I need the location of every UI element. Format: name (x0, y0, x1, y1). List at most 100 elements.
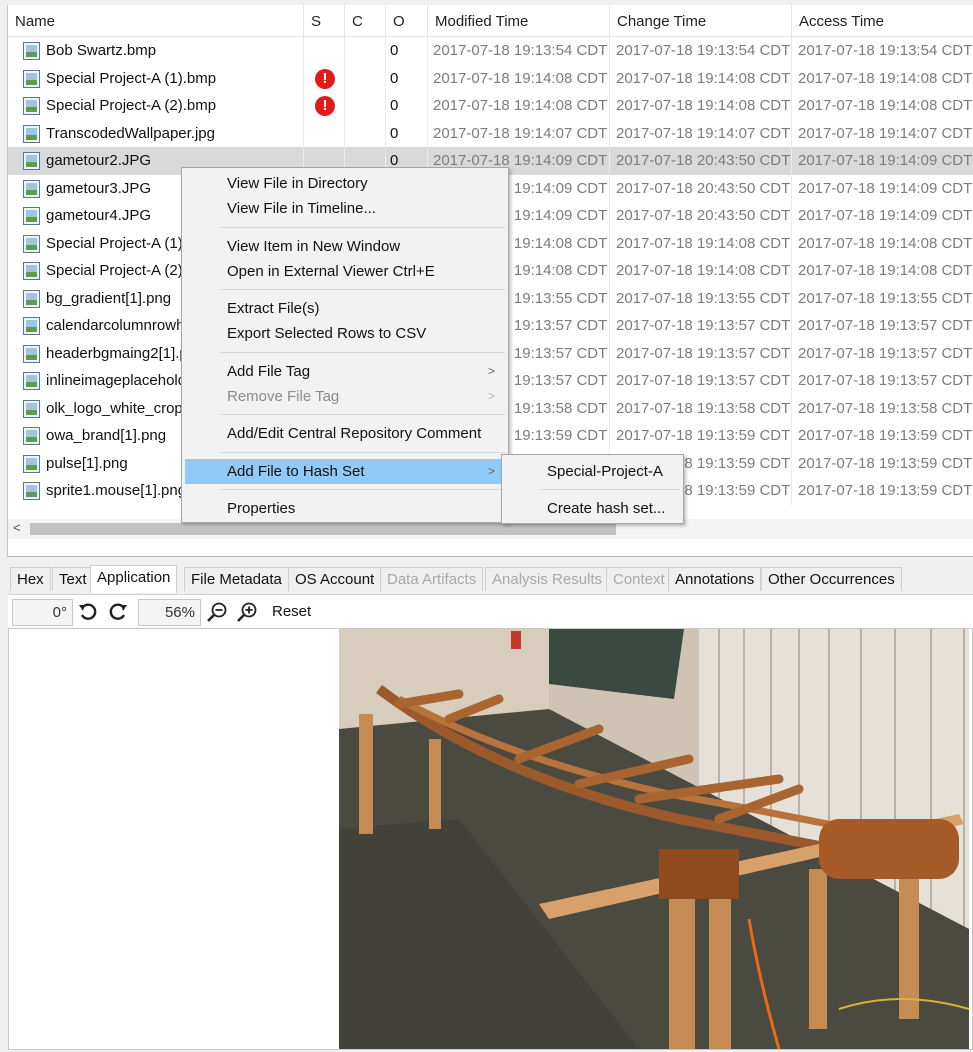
access-time-cell: 2017-07-18 19:13:57 CDT (798, 344, 973, 362)
access-time-cell: 2017-07-18 19:14:09 CDT (798, 179, 973, 197)
menu-item-label: Add File to Hash Set (227, 463, 365, 480)
table-row[interactable]: Special Project-A (2).bmp! 0 2017-07-18 19… (8, 92, 973, 120)
modified-time-cell: 2017-07-18 19:14:07 CDT (428, 119, 610, 147)
file-name-cell: Special Project-A (2).bmp (8, 92, 304, 120)
menu-item-label: View Item in New Window (227, 238, 401, 255)
access-time-cell: 2017-07-18 19:14:08 CDT (798, 234, 973, 252)
change-time-cell: 2017-07-18 19:14:08 CDT (610, 64, 792, 92)
column-header-score[interactable]: S (304, 5, 345, 37)
menu-item-extract-file-s[interactable]: Extract File(s) (185, 296, 505, 321)
zoom-level-field[interactable]: 56% (138, 599, 201, 626)
comment-cell (345, 92, 386, 120)
menu-item-label: Remove File Tag (227, 388, 340, 405)
modified-time-cell: 2017-07-18 19:14:08 CDT (428, 92, 610, 120)
occurrences-cell: 0 (386, 119, 428, 147)
access-time-cell: 2017-07-18 19:14:08 CDT (798, 262, 973, 279)
change-time-cell: 2017-07-18 19:14:08 CDT (610, 229, 792, 257)
zoom-in-icon[interactable] (236, 601, 258, 623)
file-name-cell: Bob Swartz.bmp (8, 37, 304, 65)
menu-item-label: Properties (227, 500, 296, 517)
menu-item-view-file-in-timeline[interactable]: View File in Timeline... (185, 196, 505, 221)
menu-item-label: Open in External Viewer Ctrl+E (227, 263, 435, 280)
menu-separator (220, 489, 505, 490)
rotate-left-icon[interactable] (77, 601, 99, 623)
menu-item-open-in-external-viewer-ctrl-e[interactable]: Open in External Viewer Ctrl+E (185, 259, 505, 284)
tab-hex[interactable]: Hex (10, 567, 51, 591)
menu-item-export-selected-rows-to-csv[interactable]: Export Selected Rows to CSV (185, 321, 505, 346)
score-cell: ! (304, 92, 345, 120)
menu-separator (220, 289, 505, 290)
change-time-cell: 2017-07-18 19:13:57 CDT (610, 339, 792, 367)
menu-item-properties[interactable]: Properties (185, 496, 505, 521)
column-header-comment[interactable]: C (345, 5, 386, 37)
hash-set-submenu: Special-Project-A Create hash set... (501, 454, 684, 524)
tab-text[interactable]: Text (52, 567, 94, 591)
menu-item-create-hash-set[interactable]: Create hash set... (505, 496, 680, 521)
tab-analysis-results: Analysis Results (485, 567, 610, 591)
change-time-cell: 2017-07-18 20:43:50 CDT (610, 174, 792, 202)
column-header-name[interactable]: Name (8, 5, 304, 37)
score-cell: ! (304, 64, 345, 92)
column-header-change-time[interactable]: Change Time (610, 5, 792, 37)
photo-wooden-boat-frame (339, 629, 969, 1049)
column-header-access-time[interactable]: Access Time (792, 5, 973, 37)
menu-item-label: View File in Directory (227, 175, 368, 192)
access-time-cell: 2017-07-18 19:13:58 CDT (798, 399, 973, 417)
score-cell (304, 119, 345, 147)
menu-item-view-file-in-directory[interactable]: View File in Directory (185, 171, 505, 196)
scroll-left-icon[interactable]: < (13, 520, 21, 535)
zoom-out-icon[interactable] (206, 601, 228, 623)
tab-other-occurrences[interactable]: Other Occurrences (761, 567, 902, 591)
content-viewer-tabs: Hex Text Application File Metadata OS Accoun… (10, 565, 970, 593)
menu-item-label: View File in Timeline... (227, 200, 376, 217)
column-header-modified-time[interactable]: Modified Time (428, 5, 610, 37)
change-time-cell: 2017-07-18 19:13:54 CDT (610, 37, 792, 65)
menu-item-add-file-to-hash-set[interactable]: Add File to Hash Set > (185, 459, 505, 484)
change-time-cell: 2017-07-18 19:13:57 CDT (610, 367, 792, 395)
change-time-cell: 2017-07-18 19:14:07 CDT (610, 119, 792, 147)
change-time-cell: 2017-07-18 19:13:59 CDT (610, 422, 792, 450)
table-header: Name S C O Modified Time Change Time Acc… (8, 5, 973, 37)
access-time-cell: 2017-07-18 19:13:54 CDT (798, 42, 973, 59)
file-name-cell: TranscodedWallpaper.jpg (8, 119, 304, 147)
menu-item-hash-set-special-project-a[interactable]: Special-Project-A (505, 459, 680, 484)
menu-item-remove-file-tag: Remove File Tag > (185, 384, 505, 409)
menu-item-label: Add File Tag (227, 363, 311, 380)
menu-item-label: Extract File(s) (227, 300, 320, 317)
comment-cell (345, 37, 386, 65)
table-row[interactable]: TranscodedWallpaper.jpg 0 2017-07-18 19:14… (8, 119, 973, 147)
submenu-arrow-icon: > (487, 364, 495, 378)
rotation-field[interactable]: 0° (12, 599, 73, 626)
menu-separator (220, 452, 505, 453)
tab-context: Context (606, 567, 672, 591)
change-time-cell: 2017-07-18 19:14:08 CDT (610, 92, 792, 120)
menu-separator (220, 352, 505, 353)
change-time-cell: 2017-07-18 20:43:50 CDT (610, 147, 792, 175)
tab-file-metadata[interactable]: File Metadata (184, 567, 289, 591)
change-time-cell: 2017-07-18 20:43:50 CDT (610, 202, 792, 230)
menu-item-view-item-in-new-window[interactable]: View Item in New Window (185, 234, 505, 259)
change-time-cell: 2017-07-18 19:13:58 CDT (610, 394, 792, 422)
menu-item-add-edit-central-repository-comment[interactable]: Add/Edit Central Repository Comment (185, 421, 505, 446)
menu-separator (540, 489, 680, 490)
rotate-right-icon[interactable] (107, 601, 129, 623)
menu-item-label: Export Selected Rows to CSV (227, 325, 427, 342)
change-time-cell: 2017-07-18 19:13:57 CDT (610, 312, 792, 340)
tab-application[interactable]: Application (90, 565, 178, 593)
table-row[interactable]: Special Project-A (1).bmp! 0 2017-07-18 19… (8, 64, 973, 92)
menu-separator (220, 227, 505, 228)
menu-item-add-file-tag[interactable]: Add File Tag > (185, 359, 505, 384)
access-time-cell: 2017-07-18 19:14:09 CDT (798, 152, 973, 169)
menu-separator (220, 414, 505, 415)
tab-annotations[interactable]: Annotations (668, 567, 762, 591)
table-row[interactable]: Bob Swartz.bmp 0 2017-07-18 19:13:54 CDT 20… (8, 37, 973, 65)
column-header-occurrences[interactable]: O (386, 5, 428, 37)
notable-alert-icon: ! (315, 68, 335, 89)
access-time-cell: 2017-07-18 19:14:07 CDT (798, 124, 973, 142)
tab-os-account[interactable]: OS Account (288, 567, 382, 591)
menu-item-label: Add/Edit Central Repository Comment (227, 425, 482, 442)
reset-button[interactable]: Reset (272, 603, 311, 620)
scrollbar-thumb[interactable] (30, 523, 616, 535)
score-cell (304, 37, 345, 65)
access-time-cell: 2017-07-18 19:14:08 CDT (798, 97, 973, 114)
